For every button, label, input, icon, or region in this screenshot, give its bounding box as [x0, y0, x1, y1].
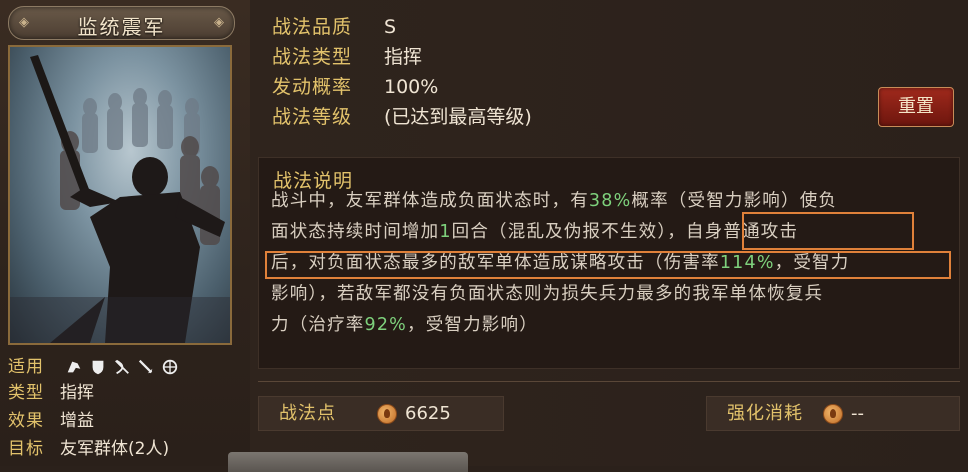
cavalry-icon	[68, 361, 81, 373]
shield-icon	[93, 360, 104, 375]
description-number: 38%	[588, 191, 632, 211]
effect-row: 效果 增益	[8, 409, 94, 433]
description-number: 1	[439, 222, 452, 242]
attr-row-level: 战法等级 (已达到最高等级)	[272, 102, 532, 132]
skill-points-box: 战法点 6625	[258, 396, 504, 431]
description-line: 力（治疗率92%，受智力影响）	[271, 310, 538, 341]
attr-row-chance: 发动概率 100%	[272, 72, 438, 102]
right-panel: 战法品质 S 战法类型 指挥 发动概率 100% 战法等级 (已达到最高等级) 重置 战…	[250, 0, 968, 466]
attr-value: (已达到最高等级)	[384, 106, 532, 128]
attr-label: 发动概率	[272, 76, 353, 98]
attr-label: 战法类型	[272, 46, 353, 68]
upgrade-cost-label: 强化消耗	[727, 403, 803, 424]
description-line: 影响），若敌军都没有负面状态则为损失兵力最多的我军单体恢复兵	[271, 279, 823, 310]
coin-icon	[377, 404, 397, 424]
target-label: 目标	[8, 439, 44, 459]
attr-value: 100%	[384, 76, 439, 98]
effect-value: 增益	[60, 411, 94, 431]
description-text: 战斗中，友军群体造成负面状态时，有	[271, 191, 589, 211]
divider	[258, 381, 960, 382]
description-box: 战法说明 战斗中，友军群体造成负面状态时，有38%概率（受智力影响）使负 面状态…	[258, 157, 960, 369]
highlight-box	[742, 212, 914, 250]
type-value: 指挥	[60, 383, 94, 403]
chariot-icon	[163, 359, 178, 375]
skill-points-value: 6625	[405, 403, 451, 424]
type-row: 类型 指挥	[8, 381, 94, 405]
skill-points-label: 战法点	[279, 403, 336, 424]
attr-row-type: 战法类型 指挥	[272, 42, 422, 72]
warrior-silhouette-image	[10, 55, 230, 343]
description-text: 影响），若敌军都没有负面状态则为损失兵力最多的我军单体恢复兵	[271, 284, 824, 304]
skill-title: 监统震军	[77, 15, 166, 39]
applicable-row: 适用	[8, 355, 179, 379]
upgrade-cost-value: --	[851, 403, 864, 424]
bottom-button[interactable]	[228, 452, 468, 472]
skill-portrait	[8, 45, 232, 345]
bow-icon	[115, 359, 130, 375]
type-label: 类型	[8, 383, 44, 403]
description-text: 面状态持续时间增加	[271, 222, 440, 242]
description-text: 概率（受智力影响）使负	[631, 191, 838, 211]
description-text: ，受智力影响）	[407, 315, 538, 335]
upgrade-cost-box: 强化消耗 --	[706, 396, 960, 431]
description-line: 面状态持续时间增加1回合（混乱及伪报不生效），自身普通攻击	[271, 217, 798, 248]
attr-value: 指挥	[384, 46, 423, 68]
left-panel: ◈ 监统震军 ◈ 适用 类型 指挥 效果 增益 目标 友军群体(2人)	[0, 0, 250, 466]
attr-row-quality: 战法品质 S	[272, 12, 396, 42]
attr-label: 战法品质	[272, 16, 353, 38]
attr-label: 战法等级	[272, 106, 353, 128]
coin-icon	[823, 404, 843, 424]
description-text: 力（治疗率	[271, 315, 365, 335]
description-number: 92%	[364, 315, 407, 335]
effect-label: 效果	[8, 411, 44, 431]
target-value: 友军群体(2人)	[60, 439, 170, 459]
ornament-icon: ◈	[214, 15, 224, 30]
target-row: 目标 友军群体(2人)	[8, 437, 169, 461]
attr-value: S	[384, 16, 397, 38]
highlight-box	[265, 251, 951, 279]
spear-icon	[139, 359, 153, 374]
skill-title-plate: ◈ 监统震军 ◈	[8, 6, 235, 40]
applicable-label: 适用	[8, 357, 44, 377]
reset-button[interactable]: 重置	[878, 87, 954, 127]
